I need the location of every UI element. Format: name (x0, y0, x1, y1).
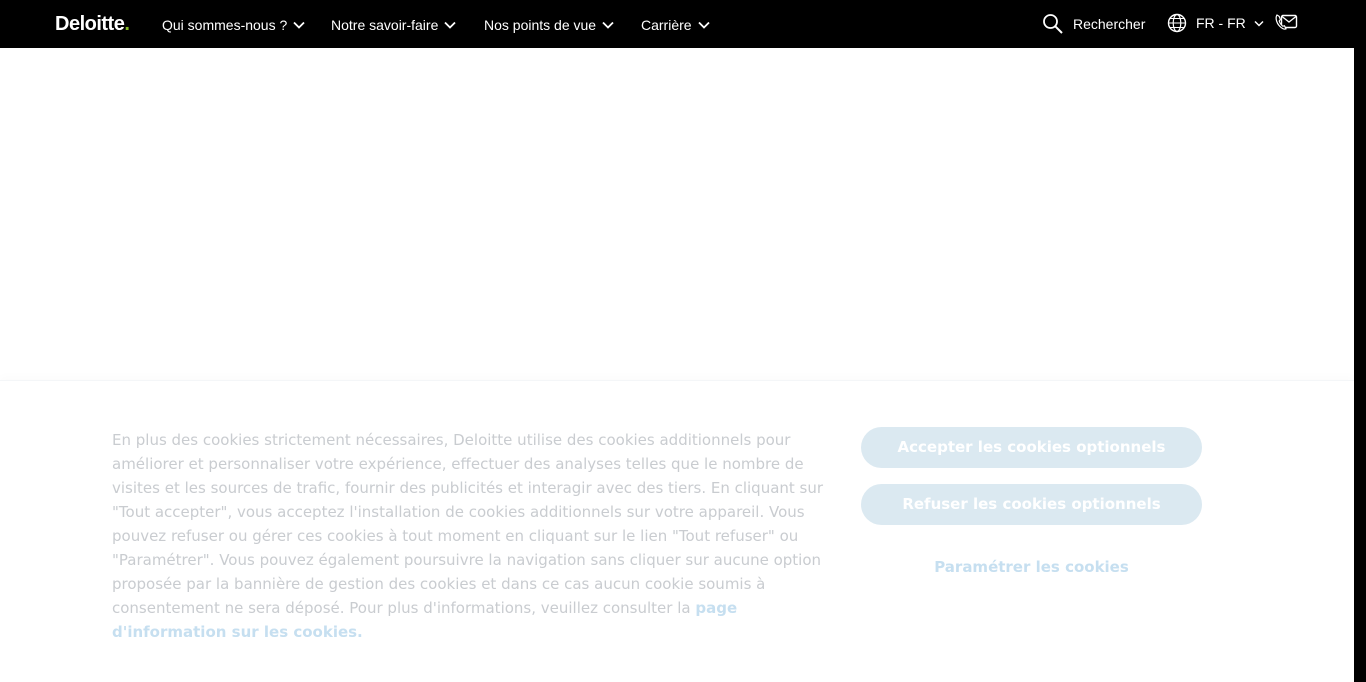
nav-item-label: Qui sommes-nous ? (162, 17, 288, 33)
page: Deloitte. Qui sommes-nous ? Notre savoir… (0, 0, 1366, 682)
contact-button[interactable] (1275, 13, 1298, 31)
chevron-down-icon (444, 21, 457, 29)
search-label: Rechercher (1073, 16, 1146, 32)
search-icon (1043, 14, 1063, 34)
top-navigation: Deloitte. Qui sommes-nous ? Notre savoir… (0, 0, 1366, 48)
accept-cookies-button[interactable]: Accepter les cookies optionnels (861, 427, 1202, 468)
nav-item-notre-savoir-faire[interactable]: Notre savoir-faire (331, 15, 457, 35)
nav-item-label: Nos points de vue (484, 17, 597, 33)
nav-item-label: Carrière (641, 17, 692, 33)
deloitte-logo[interactable]: Deloitte. (55, 12, 130, 36)
logo-dot: . (124, 13, 130, 35)
nav-item-qui-sommes-nous[interactable]: Qui sommes-nous ? (162, 15, 305, 35)
language-label: FR - FR (1196, 15, 1246, 31)
cookie-description: En plus des cookies strictement nécessai… (112, 428, 824, 644)
language-selector[interactable]: FR - FR (1167, 13, 1264, 33)
logo-text: Deloitte (55, 13, 125, 35)
chevron-down-icon (1254, 20, 1264, 27)
globe-icon (1167, 13, 1187, 33)
nav-item-carriere[interactable]: Carrière (641, 15, 710, 35)
cookie-banner: En plus des cookies strictement nécessai… (0, 380, 1354, 682)
cookie-description-text: En plus des cookies strictement nécessai… (112, 431, 824, 617)
chevron-down-icon (697, 21, 710, 29)
nav-item-label: Notre savoir-faire (331, 17, 439, 33)
phone-mail-icon (1275, 14, 1298, 30)
chevron-down-icon (602, 21, 614, 29)
refuse-cookies-button[interactable]: Refuser les cookies optionnels (861, 484, 1202, 525)
chevron-down-icon (293, 21, 305, 29)
cookie-settings-link[interactable]: Paramétrer les cookies (861, 555, 1202, 579)
scrollbar[interactable] (1354, 48, 1366, 682)
nav-item-nos-points-de-vue[interactable]: Nos points de vue (484, 15, 614, 35)
search-button[interactable]: Rechercher (1042, 13, 1145, 35)
